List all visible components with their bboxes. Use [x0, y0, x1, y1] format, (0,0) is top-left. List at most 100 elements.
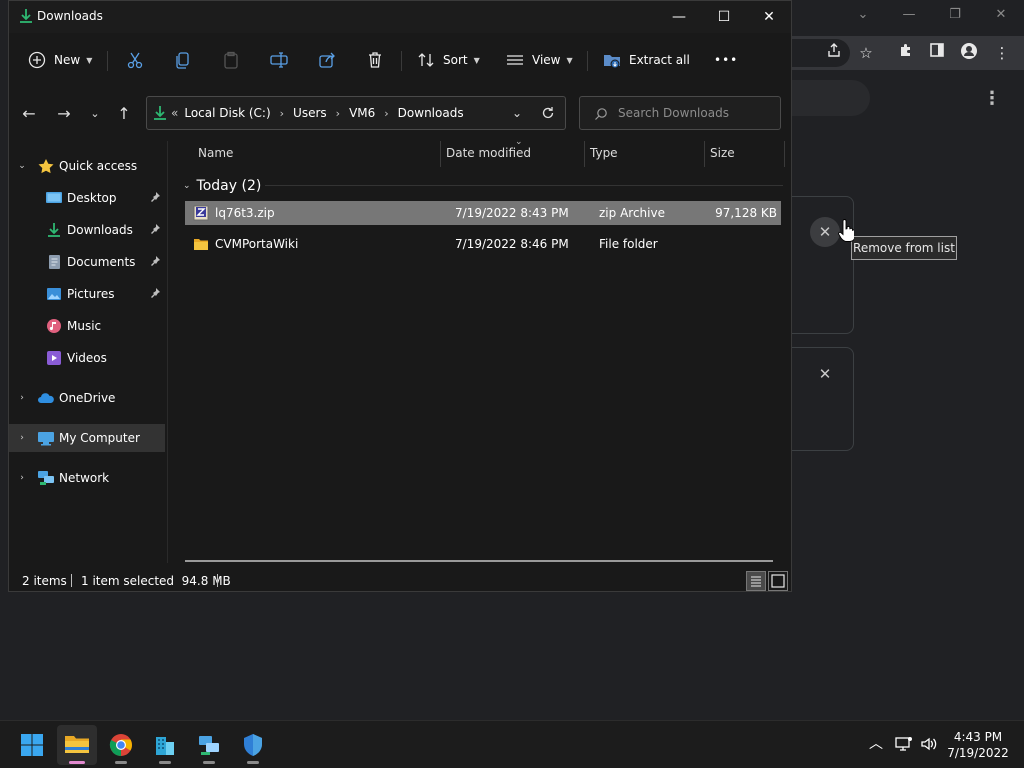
column-date-modified[interactable]: Date modified — [446, 146, 531, 160]
table-row[interactable]: lq76t3.zip 7/19/2022 8:43 PM zip Archive… — [185, 201, 781, 225]
recent-chevron-down-icon[interactable]: ⌄ — [84, 103, 106, 125]
downloads-search-bar[interactable] — [792, 80, 870, 116]
chevron-right-icon[interactable]: › — [15, 433, 29, 443]
remove-download-button[interactable]: ✕ — [810, 217, 840, 247]
chevron-right-icon[interactable]: › — [15, 473, 29, 483]
taskbar-office-app[interactable] — [145, 725, 185, 765]
share-icon[interactable] — [823, 42, 845, 64]
refresh-button[interactable] — [538, 102, 558, 124]
more-options-button[interactable]: ••• — [714, 47, 738, 73]
breadcrumb-downloads[interactable]: Downloads — [398, 106, 464, 120]
running-indicator — [203, 761, 215, 764]
breadcrumb-chevron-icon[interactable]: › — [280, 107, 284, 120]
chrome-restore-button[interactable]: ❐ — [940, 4, 970, 26]
maximize-button[interactable]: ☐ — [701, 5, 747, 29]
column-name[interactable]: Name — [198, 146, 233, 160]
pin-icon[interactable] — [149, 191, 161, 203]
volume-icon[interactable] — [918, 733, 940, 755]
side-panel-icon[interactable] — [926, 42, 948, 64]
chrome-menu-icon[interactable]: ⋮ — [991, 42, 1013, 64]
breadcrumb-chevron-icon[interactable]: › — [384, 107, 388, 120]
chrome-minimize-button[interactable]: — — [894, 4, 924, 26]
copy-button[interactable] — [173, 47, 200, 73]
status-selection: 1 item selected 94.8 MB — [81, 574, 231, 588]
delete-button[interactable] — [365, 47, 392, 73]
clock-time: 4:43 PM — [953, 730, 1003, 744]
nav-onedrive[interactable]: › OneDrive — [9, 384, 165, 412]
nav-onedrive-label: OneDrive — [59, 391, 116, 405]
remove-download-button[interactable]: ✕ — [810, 359, 840, 389]
nav-item-videos[interactable]: Videos — [9, 344, 165, 372]
sort-button[interactable]: Sort ▼ — [416, 47, 480, 73]
close-button[interactable]: ✕ — [746, 5, 792, 29]
nav-item-documents[interactable]: Documents — [9, 248, 165, 276]
tiles-view-button[interactable] — [768, 571, 788, 591]
column-separator[interactable] — [440, 141, 441, 167]
taskbar-chrome[interactable] — [101, 725, 141, 765]
nav-quick-access[interactable]: ⌄ Quick access — [9, 152, 165, 180]
paste-button[interactable] — [221, 47, 248, 73]
chevron-down-icon[interactable]: ⌄ — [183, 181, 191, 191]
remove-from-list-tooltip: Remove from list — [851, 236, 957, 260]
nav-item-music[interactable]: Music — [9, 312, 165, 340]
breadcrumb-users[interactable]: Users — [293, 106, 327, 120]
file-name: CVMPortaWiki — [215, 237, 299, 251]
chevron-right-icon[interactable]: › — [15, 393, 29, 403]
start-button[interactable] — [12, 725, 52, 765]
network-status-icon[interactable] — [893, 733, 915, 755]
rename-icon — [270, 52, 288, 68]
address-history-chevron-icon[interactable]: ⌄ — [507, 102, 527, 124]
cut-button[interactable] — [125, 47, 152, 73]
nav-network[interactable]: › Network — [9, 464, 165, 492]
taskbar-file-explorer[interactable] — [57, 725, 97, 765]
new-button[interactable]: New ▼ — [27, 47, 92, 73]
chrome-close-button[interactable]: ✕ — [986, 4, 1016, 26]
search-input[interactable] — [618, 105, 768, 121]
nav-item-downloads[interactable]: Downloads — [9, 216, 165, 244]
share-button[interactable] — [317, 47, 344, 73]
minimize-button[interactable]: — — [656, 5, 702, 29]
pane-divider[interactable] — [167, 141, 168, 563]
extensions-puzzle-icon[interactable] — [895, 42, 917, 64]
profile-avatar-icon[interactable] — [958, 42, 980, 64]
file-list: Name ⌄ Date modified Type Size ⌄ Today (… — [175, 137, 789, 561]
pin-icon[interactable] — [149, 223, 161, 235]
pin-icon[interactable] — [149, 255, 161, 267]
nav-my-computer[interactable]: › My Computer — [9, 424, 165, 452]
column-size[interactable]: Size — [710, 146, 735, 160]
back-arrow-icon[interactable]: ← — [18, 103, 40, 125]
forward-arrow-icon[interactable]: → — [53, 103, 75, 125]
table-row[interactable]: CVMPortaWiki 7/19/2022 8:46 PM File fold… — [185, 232, 781, 256]
status-separator — [217, 574, 218, 587]
share-icon — [319, 52, 335, 68]
column-separator[interactable] — [584, 141, 585, 167]
breadcrumb-overflow-icon[interactable]: « — [171, 106, 178, 120]
chevron-down-icon[interactable]: ⌄ — [15, 161, 29, 171]
nav-item-pictures[interactable]: Pictures — [9, 280, 165, 308]
breadcrumb-vm6[interactable]: VM6 — [349, 106, 375, 120]
nav-item-desktop[interactable]: Desktop — [9, 184, 165, 212]
breadcrumb-local-disk[interactable]: Local Disk (C:) — [184, 106, 270, 120]
hand-cursor-icon — [838, 219, 854, 242]
view-button[interactable]: View ▼ — [505, 47, 573, 73]
rename-button[interactable] — [269, 47, 296, 73]
column-separator[interactable] — [704, 141, 705, 167]
downloads-more-icon[interactable]: ⋮ — [983, 88, 1001, 110]
pin-icon[interactable] — [149, 287, 161, 299]
horizontal-scrollbar[interactable] — [185, 560, 773, 562]
extract-all-button[interactable]: Extract all — [602, 47, 690, 73]
taskbar-remote-app[interactable] — [189, 725, 229, 765]
breadcrumb-chevron-icon[interactable]: › — [336, 107, 340, 120]
taskbar-security-app[interactable] — [233, 725, 273, 765]
clock[interactable]: 4:43 PM 7/19/2022 — [944, 729, 1012, 761]
up-arrow-icon[interactable]: ↑ — [113, 103, 135, 125]
column-type[interactable]: Type — [590, 146, 618, 160]
details-view-button[interactable] — [746, 571, 766, 591]
group-header-today[interactable]: ⌄ Today (2) — [175, 175, 261, 197]
chrome-tab-search-icon[interactable]: ⌄ — [848, 4, 878, 26]
bookmark-star-icon[interactable]: ☆ — [855, 42, 877, 64]
address-bar[interactable]: « Local Disk (C:) › Users › VM6 › Downlo… — [146, 96, 566, 130]
column-separator[interactable] — [784, 141, 785, 167]
search-box[interactable] — [579, 96, 781, 130]
tray-chevron-up-icon[interactable]: ︿ — [865, 733, 887, 755]
